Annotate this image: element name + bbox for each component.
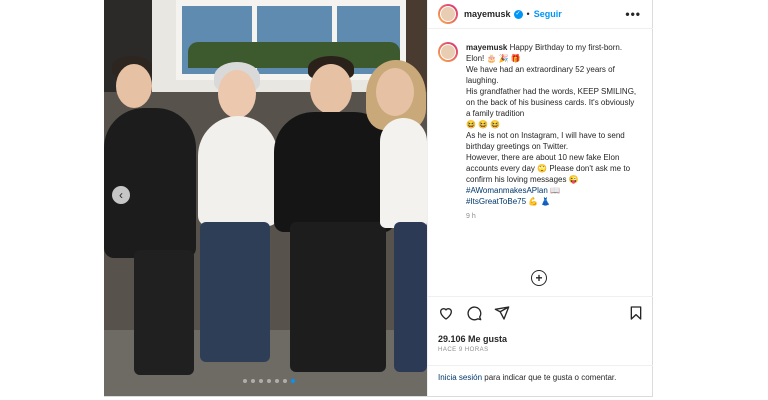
login-prompt: Inicia sesión para indicar que te gusta …: [428, 365, 653, 389]
caption-line-3: His grandfather had the words, KEEP SMIL…: [466, 87, 637, 118]
post-sidebar: mayemusk ✓ • Seguir ••• mayemusk Happy B…: [427, 0, 653, 396]
caption-text: mayemusk Happy Birthday to my first-born…: [466, 42, 638, 222]
caption-line-6: However, there are about 10 new fake Elo…: [466, 153, 631, 184]
person-4: [380, 118, 427, 228]
verified-icon: ✓: [513, 9, 523, 19]
person-2: [198, 116, 278, 226]
carousel-dot: [243, 379, 247, 383]
carousel-dot: [259, 379, 263, 383]
caption-avatar[interactable]: [438, 42, 458, 62]
previous-photo-arrow-icon[interactable]: ‹: [112, 186, 130, 204]
carousel-dot: [283, 379, 287, 383]
post-header: mayemusk ✓ • Seguir •••: [428, 0, 653, 29]
hashtag-1[interactable]: #AWomanmakesAPlan 📖: [466, 185, 638, 196]
caption: mayemusk Happy Birthday to my first-born…: [438, 42, 638, 222]
caption-line-2: We have had an extraordinary 52 years of…: [466, 65, 615, 85]
heart-icon[interactable]: [438, 305, 454, 321]
person-3: [274, 112, 394, 232]
carousel-dot: [275, 379, 279, 383]
share-icon[interactable]: [494, 305, 510, 321]
person-1: [104, 108, 196, 258]
caption-username[interactable]: mayemusk: [466, 43, 507, 52]
instagram-post: ‹ mayemusk ✓ • Seguir ••• mayemusk Happy…: [104, 0, 653, 397]
carousel-dot: [267, 379, 271, 383]
follow-button[interactable]: Seguir: [534, 9, 562, 19]
action-bar: 29.106 Me gusta HACE 9 HORAS Inicia sesi…: [428, 296, 653, 397]
likes-count[interactable]: 29.106 Me gusta: [438, 334, 507, 344]
carousel-dot: [291, 379, 295, 383]
carousel-dot: [251, 379, 255, 383]
more-options-icon[interactable]: •••: [625, 7, 641, 21]
username[interactable]: mayemusk: [464, 9, 511, 19]
caption-line-5: As he is not on Instagram, I will have t…: [466, 131, 625, 151]
login-text: para indicar que te gusta o comentar.: [482, 373, 617, 382]
login-link[interactable]: Inicia sesión: [438, 373, 482, 382]
caption-time: 9 h: [466, 213, 476, 220]
post-photo[interactable]: ‹: [104, 0, 427, 396]
separator: •: [526, 9, 530, 19]
add-comment-icon[interactable]: +: [531, 270, 547, 286]
photo-window: [176, 0, 406, 80]
posted-time: HACE 9 HORAS: [438, 347, 489, 353]
hashtag-2[interactable]: #ItsGreatToBe75 💪 👗: [466, 196, 638, 207]
carousel-dots: [243, 379, 295, 383]
bookmark-icon[interactable]: [628, 305, 644, 321]
comment-icon[interactable]: [466, 305, 482, 321]
avatar[interactable]: [438, 4, 458, 24]
caption-line-4: 😆 😆 😆: [466, 120, 501, 129]
